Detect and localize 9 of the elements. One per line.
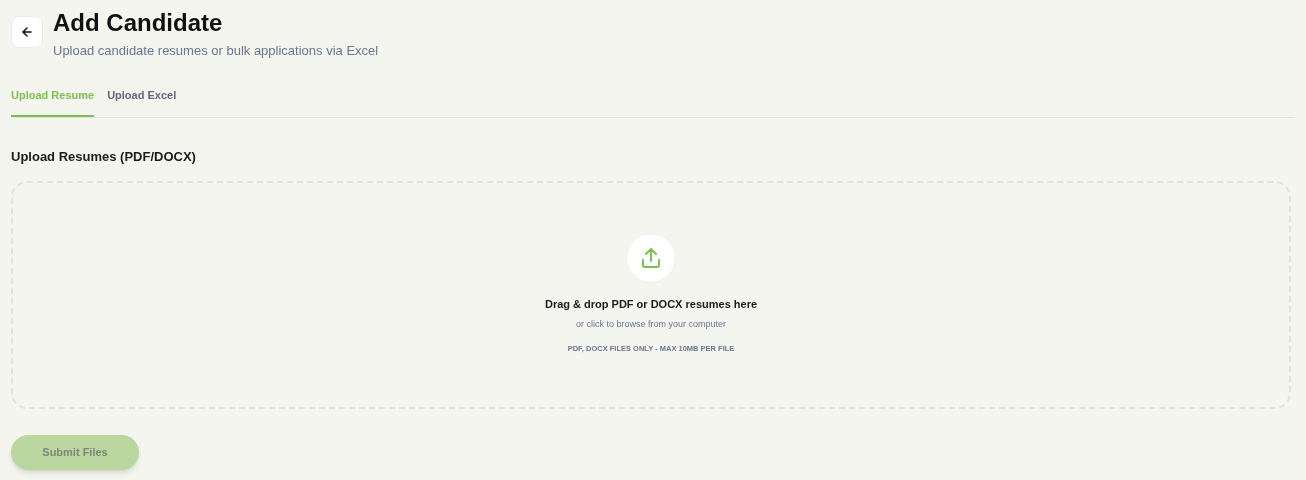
back-button[interactable]: [11, 16, 43, 48]
dropzone-hint: or click to browse from your computer: [575, 318, 726, 331]
section-label: Upload Resumes (PDF/DOCX): [11, 148, 197, 166]
upload-icon: [639, 245, 663, 270]
page-subtitle: Upload candidate resumes or bulk applications via Excel: [53, 42, 379, 60]
dropzone-title: Drag & drop PDF or DOCX resumes here: [544, 296, 758, 312]
back-arrow-icon: [20, 25, 34, 39]
page-title: Add Candidate: [53, 8, 224, 38]
tab[interactable]: Upload Excel: [107, 86, 177, 117]
